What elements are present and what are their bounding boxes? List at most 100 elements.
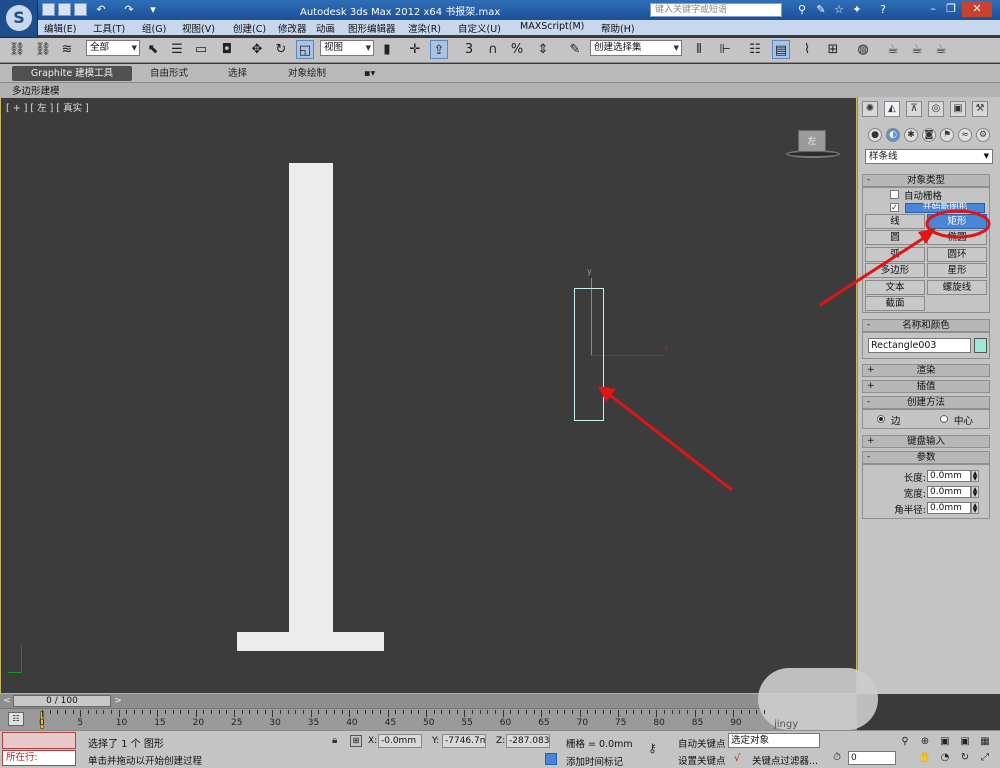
geometry-icon[interactable]: ● [868,128,882,142]
ngon-button[interactable]: 多边形 [865,263,925,278]
star-icon[interactable]: ☆ [832,3,846,17]
time-prev-icon[interactable]: < [2,695,12,707]
helpers-icon[interactable]: ⚑ [940,128,954,142]
center-radio[interactable] [940,415,948,423]
new-file-icon[interactable] [42,3,55,16]
angle-snap-icon[interactable]: ∩ [484,40,502,59]
menu-tools[interactable]: 工具(T) [93,21,125,35]
open-file-icon[interactable] [58,3,71,16]
unlink-icon[interactable]: ⛓ [34,40,52,59]
hierarchy-tab-icon[interactable]: ⊼ [906,101,922,117]
schematic-view-icon[interactable]: ⊞ [824,40,842,59]
ribbon-options-icon[interactable]: ▪▾ [360,66,379,81]
menu-edit[interactable]: 编辑(E) [44,21,76,35]
selection-lock-icon[interactable]: 🔒︎ [332,735,337,746]
spinner-snap-icon[interactable]: ⇕ [534,40,552,59]
zoom-icon[interactable]: ⚲ [898,735,912,749]
percent-snap-icon[interactable]: % [508,40,526,59]
line-button[interactable]: 线 [865,214,925,229]
polygon-modeling-panel[interactable]: 多边形建模 [12,83,60,97]
save-icon[interactable] [74,3,87,16]
selection-filter-dropdown[interactable]: 全部 [86,40,140,56]
circle-button[interactable]: 圆 [865,230,925,245]
rack-base[interactable] [237,632,384,651]
window-crossing-icon[interactable]: ◘ [218,40,236,59]
zoom-extents-all-icon[interactable]: ▣ [958,735,972,749]
menu-animation[interactable]: 动画 [316,21,335,35]
help-icon[interactable]: ? [876,3,890,17]
x-coordinate-input[interactable]: -0.0mm [378,734,422,748]
donut-button[interactable]: 圆环 [927,247,987,262]
tab-object-paint[interactable]: 对象绘制 [284,66,330,81]
shapes-icon[interactable]: ◐ [886,128,900,142]
text-button[interactable]: 文本 [865,280,925,295]
restore-button[interactable]: ❐ [942,1,960,17]
zoom-all-icon[interactable]: ⊕ [918,735,932,749]
time-slider[interactable]: 0 / 100 [13,695,111,707]
display-tab-icon[interactable]: ▣ [950,101,966,117]
current-frame-input[interactable]: 0 [848,751,896,765]
auto-grid-checkbox[interactable] [890,190,899,199]
material-editor-icon[interactable]: ◍ [854,40,872,59]
ellipse-button[interactable]: 椭圆 [927,230,987,245]
star-button[interactable]: 星形 [927,263,987,278]
redo-icon[interactable]: ↷ [122,3,136,17]
tab-freeform[interactable]: 自由形式 [146,66,192,81]
menu-graph-editors[interactable]: 图形编辑器 [348,21,396,35]
menu-view[interactable]: 视图(V) [182,21,215,35]
undo-icon[interactable]: ↶ [94,3,108,17]
key-filter-icon[interactable]: √ [734,753,740,764]
menu-modifiers[interactable]: 修改器 [278,21,307,35]
viewport-label[interactable]: [ + ] [ 左 ] [ 真实 ] [6,100,89,114]
set-key-button[interactable]: 设置关键点 [678,753,726,767]
graphite-toggle-icon[interactable]: ▤ [772,40,790,59]
select-and-scale-icon[interactable]: ◱ [296,40,314,59]
rollout-keyboard-entry[interactable]: + 键盘输入 [862,435,990,448]
favorites-icon[interactable]: ✦ [850,3,864,17]
maxscript-listener-mini[interactable] [2,732,76,749]
reference-coordinate-dropdown[interactable]: 视图 [320,40,374,56]
menu-customize[interactable]: 自定义(U) [458,21,501,35]
keyboard-shortcut-override-icon[interactable]: ⇪ [430,40,448,59]
length-spinner[interactable]: ▲ ▼ [971,470,979,482]
layer-manager-icon[interactable]: ☷ [746,40,764,59]
tools-icon[interactable]: ✎ [814,3,828,17]
search-input[interactable]: 键入关键字或短语 [650,3,782,17]
edit-named-selection-icon[interactable]: ✎ [566,40,584,59]
maxscript-status[interactable]: 所在行: [2,750,76,766]
viewcube[interactable]: 左 [798,130,826,152]
select-and-manipulate-icon[interactable]: ✛ [406,40,424,59]
arc-button[interactable]: 弧 [865,247,925,262]
curve-editor-icon[interactable]: ⌇ [798,40,816,59]
modify-tab-icon[interactable]: ◭ [884,101,900,117]
object-name-input[interactable]: Rectangle003 [868,338,971,353]
y-coordinate-input[interactable]: -7746.7m [442,734,486,748]
set-key-icon[interactable]: ⚷ [648,741,670,755]
width-input[interactable]: 0.0mm [927,486,971,498]
key-filters-button[interactable]: 关键点过滤器... [752,753,818,767]
menu-rendering[interactable]: 渲染(R) [408,21,441,35]
tab-selection[interactable]: 选择 [224,66,251,81]
binoculars-icon[interactable]: ⚲ [795,3,809,17]
shape-category-dropdown[interactable]: 样条线 [865,149,993,164]
maximize-viewport-icon[interactable]: ⤢ [978,751,992,765]
menu-group[interactable]: 组(G) [142,21,166,35]
z-coordinate-input[interactable]: -287.083m [506,734,550,748]
space-warps-icon[interactable]: ≈ [958,128,972,142]
motion-tab-icon[interactable]: ◎ [928,101,944,117]
left-viewport[interactable] [0,97,857,694]
render-setup-icon[interactable]: ☕ [884,40,902,59]
select-and-move-icon[interactable]: ✥ [248,40,266,59]
object-color-swatch[interactable] [974,338,987,353]
time-next-icon[interactable]: > [113,695,123,707]
orbit-icon[interactable]: ◔ [938,751,952,765]
helix-button[interactable]: 螺旋线 [927,280,987,295]
corner-radius-input[interactable]: 0.0mm [927,502,971,514]
rectangular-selection-icon[interactable]: ▭ [192,40,210,59]
rollout-creation-method[interactable]: - 创建方法 [862,396,990,409]
render-production-icon[interactable]: ☕ [932,40,950,59]
corner-radius-spinner[interactable]: ▲ ▼ [971,502,979,514]
select-and-rotate-icon[interactable]: ↻ [272,40,290,59]
walkthrough-icon[interactable]: ↻ [958,751,972,765]
bind-space-warp-icon[interactable]: ≋ [58,40,76,59]
